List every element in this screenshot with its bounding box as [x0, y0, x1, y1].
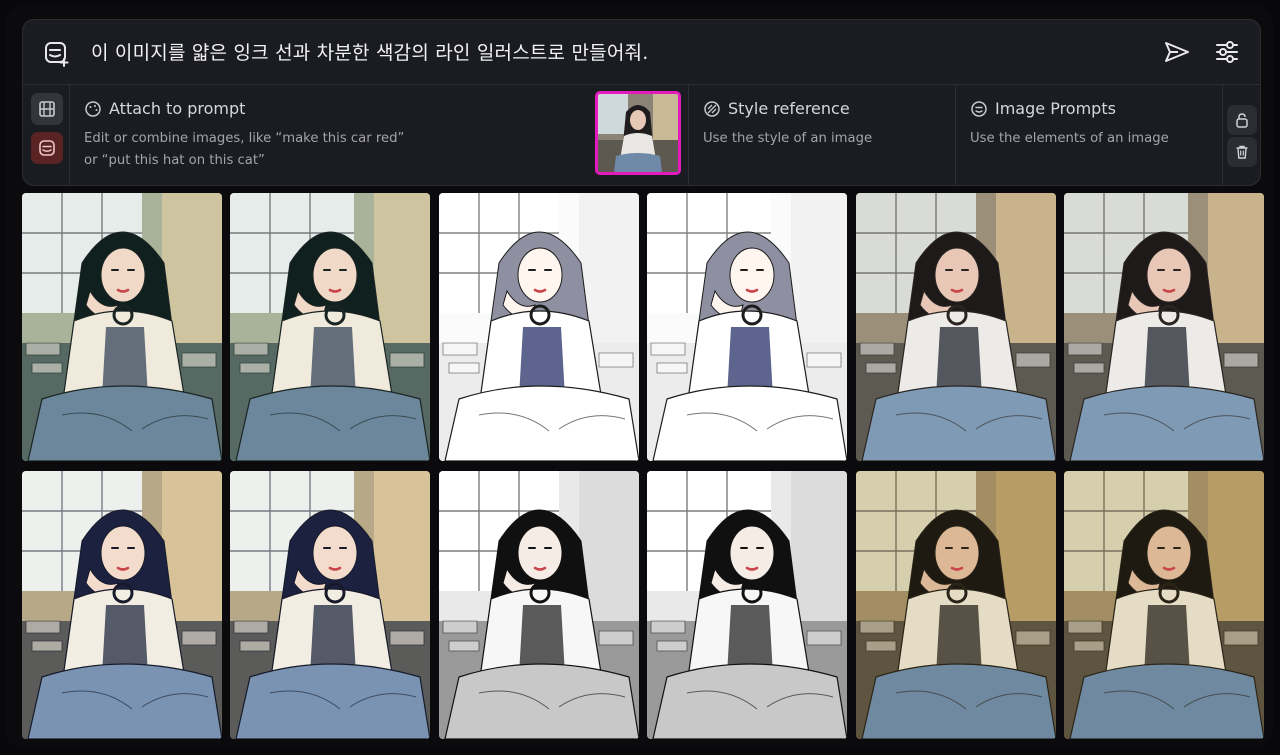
generated-image[interactable] [439, 193, 639, 461]
brush-icon [704, 100, 720, 117]
attach-desc-line-1: Edit or combine images, like “make this … [84, 131, 405, 146]
generated-image[interactable] [1064, 193, 1264, 461]
image-icon [39, 140, 55, 156]
mode-switcher [23, 85, 70, 185]
prompt-input[interactable]: 이 이미지를 얇은 잉크 선과 차분한 색감의 라인 일러스트로 만들어줘. [91, 38, 648, 65]
send-icon[interactable] [1163, 38, 1191, 66]
reference-bar: Attach to prompt Edit or combine images,… [23, 85, 1260, 185]
trash-icon [1236, 145, 1248, 159]
generated-image[interactable] [647, 471, 847, 739]
generated-image[interactable] [439, 471, 639, 739]
generated-image[interactable] [647, 193, 847, 461]
generated-image[interactable] [230, 193, 430, 461]
image-mode-button[interactable] [31, 132, 63, 164]
attached-image-thumbnail[interactable] [595, 91, 681, 175]
generated-image[interactable] [856, 471, 1056, 739]
image-prompts-title-label: Image Prompts [995, 99, 1116, 118]
attach-title: Attach to prompt [84, 99, 245, 118]
generated-image[interactable] [22, 193, 222, 461]
lock-button[interactable] [1227, 105, 1257, 135]
generated-image[interactable] [22, 471, 222, 739]
sliders-icon[interactable] [1213, 38, 1241, 66]
style-description: Use the style of an image [703, 131, 873, 146]
side-actions [1223, 85, 1260, 185]
face-icon [971, 100, 987, 117]
palette-icon [85, 100, 101, 117]
generated-image[interactable] [230, 471, 430, 739]
film-icon [39, 101, 55, 117]
delete-button[interactable] [1227, 137, 1257, 167]
prompt-panel: 이 이미지를 얇은 잉크 선과 차분한 색감의 라인 일러스트로 만들어줘. A… [22, 19, 1261, 186]
style-title-label: Style reference [728, 99, 850, 118]
style-title: Style reference [703, 99, 850, 118]
attach-title-label: Attach to prompt [109, 99, 246, 118]
prompt-bar: 이 이미지를 얇은 잉크 선과 차분한 색감의 라인 일러스트로 만들어줘. [23, 20, 1260, 85]
attach-desc-line-2: or “put this hat on this cat” [84, 153, 265, 168]
image-prompts-title: Image Prompts [970, 99, 1116, 118]
attach-description: Edit or combine images, like “make this … [84, 128, 404, 172]
style-reference-section[interactable]: Style reference Use the style of an imag… [689, 85, 956, 185]
add-image-icon[interactable] [43, 39, 71, 67]
image-prompts-description: Use the elements of an image [970, 131, 1169, 146]
lock-icon [1236, 113, 1248, 128]
image-prompts-section[interactable]: Image Prompts Use the elements of an ima… [956, 85, 1223, 185]
video-mode-button[interactable] [31, 93, 63, 125]
generated-image[interactable] [1064, 471, 1264, 739]
attach-to-prompt-section[interactable]: Attach to prompt Edit or combine images,… [70, 85, 689, 185]
generated-image[interactable] [856, 193, 1056, 461]
